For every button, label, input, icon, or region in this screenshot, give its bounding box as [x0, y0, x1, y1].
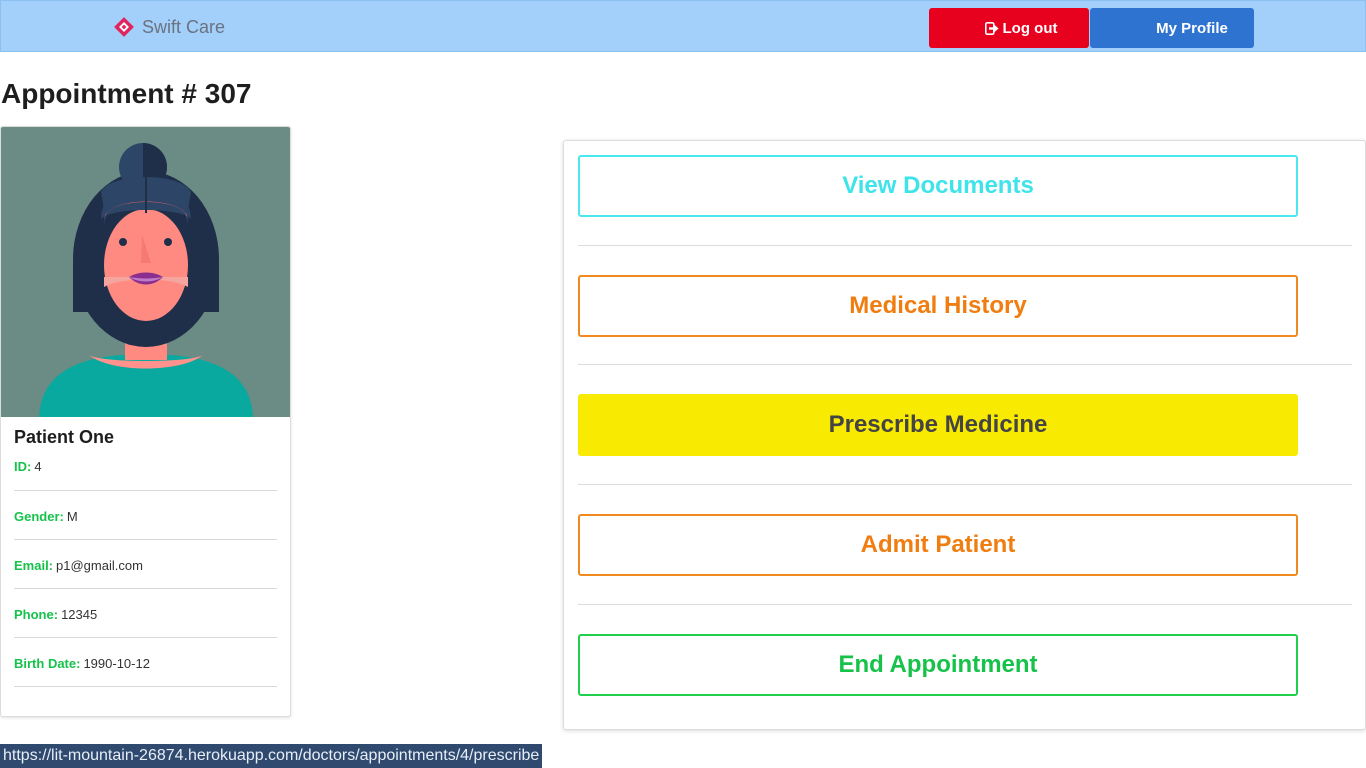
page-title: Appointment # 307 [1, 78, 252, 109]
top-navbar: Swift Care Log out My Profile [0, 0, 1366, 52]
patient-info-list: ID: 4 Gender: M Email: p1@gmail.com Phone: 1… [14, 455, 277, 687]
patient-name: Patient One [14, 427, 115, 447]
divider [578, 604, 1352, 605]
info-value: M [66, 509, 78, 524]
divider [578, 364, 1352, 365]
info-label: Birth Date: [14, 656, 81, 671]
actions-card: View Documents Medical History Prescribe… [563, 140, 1366, 730]
brand-name: Swift Care [142, 16, 226, 37]
info-row-id: ID: 4 [14, 455, 277, 491]
info-row-birth-date: Birth Date: 1990-10-12 [14, 638, 277, 687]
info-row-gender: Gender: M [14, 491, 277, 540]
swift-care-logo-icon [114, 17, 134, 37]
sign-out-icon [984, 21, 999, 35]
link-status-bar: https://lit-mountain-26874.herokuapp.com… [0, 744, 543, 768]
my-profile-label: My Profile [1156, 19, 1228, 37]
patient-avatar [1, 127, 290, 417]
divider [578, 484, 1352, 485]
info-value: p1@gmail.com [56, 558, 143, 573]
admit-patient-button[interactable]: Admit Patient [578, 514, 1298, 576]
info-label: Phone: [14, 607, 59, 622]
info-row-email: Email: p1@gmail.com [14, 540, 277, 589]
divider [578, 245, 1352, 246]
brand-link[interactable]: Swift Care [114, 15, 225, 39]
info-label: ID: [14, 459, 32, 474]
info-value: 1990-10-12 [83, 656, 150, 671]
prescribe-medicine-button[interactable]: Prescribe Medicine [578, 394, 1298, 456]
info-value: 4 [34, 459, 42, 474]
info-label: Email: [14, 558, 54, 573]
patient-card: Patient One ID: 4 Gender: M Email: p1@gmail… [0, 126, 291, 717]
end-appointment-button[interactable]: End Appointment [578, 634, 1298, 696]
my-profile-button[interactable]: My Profile [1090, 8, 1254, 48]
info-row-phone: Phone: 12345 [14, 589, 277, 638]
logout-button[interactable]: Log out [929, 8, 1089, 48]
view-documents-button[interactable]: View Documents [578, 155, 1298, 217]
info-label: Gender: [14, 509, 64, 524]
medical-history-button[interactable]: Medical History [578, 275, 1298, 337]
logout-label: Log out [1002, 19, 1058, 37]
info-value: 12345 [61, 607, 98, 622]
